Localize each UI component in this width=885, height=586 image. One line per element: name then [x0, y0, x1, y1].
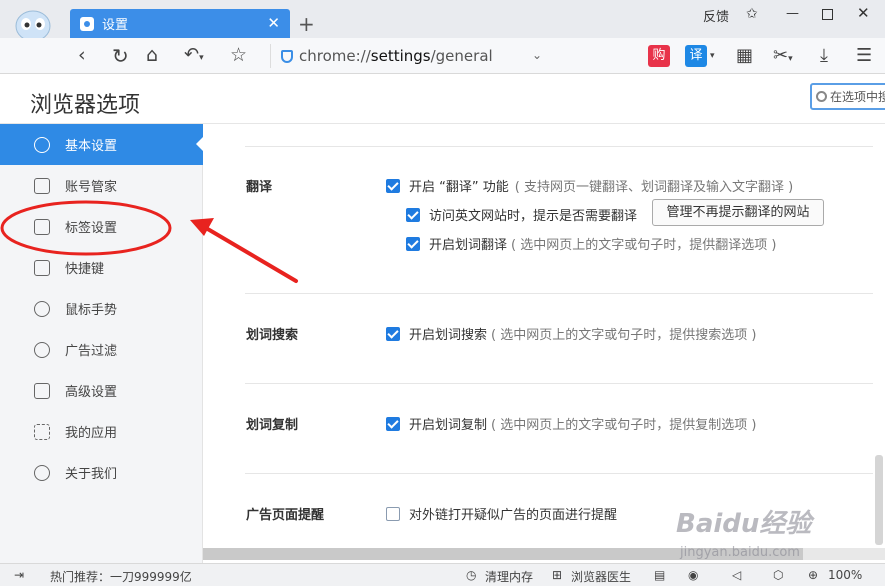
clean-memory-icon[interactable]: ◷: [466, 568, 476, 582]
speed-icon[interactable]: ◉: [688, 568, 698, 582]
hot-recommend-link[interactable]: 热门推荐：一刀999999亿: [50, 568, 192, 585]
watermark-url: jingyan.baidu.com: [680, 545, 800, 560]
browser-doctor-button[interactable]: 浏览器医生: [571, 568, 631, 585]
doctor-icon[interactable]: ⊞: [552, 568, 562, 582]
arrow-head: [190, 218, 214, 236]
clean-memory-button[interactable]: 清理内存: [485, 568, 533, 585]
volume-icon[interactable]: ◁: [732, 568, 741, 582]
arrow-shaft: [204, 226, 298, 283]
watermark-logo: Baidu经验: [676, 509, 812, 539]
highlight-ellipse: [0, 200, 172, 256]
zoom-icon[interactable]: ⊕: [808, 568, 818, 582]
status-bar: ⇥ 热门推荐：一刀999999亿 ◷ 清理内存 ⊞ 浏览器医生 ▤ ◉ ◁ ⬡ …: [0, 563, 885, 586]
sidebar-toggle-icon[interactable]: ⇥: [14, 568, 24, 582]
shield-icon[interactable]: ⬡: [773, 568, 783, 582]
grid-icon[interactable]: ▤: [654, 568, 665, 582]
annotation-overlay: [0, 200, 298, 283]
zoom-level[interactable]: 100%: [828, 568, 862, 582]
